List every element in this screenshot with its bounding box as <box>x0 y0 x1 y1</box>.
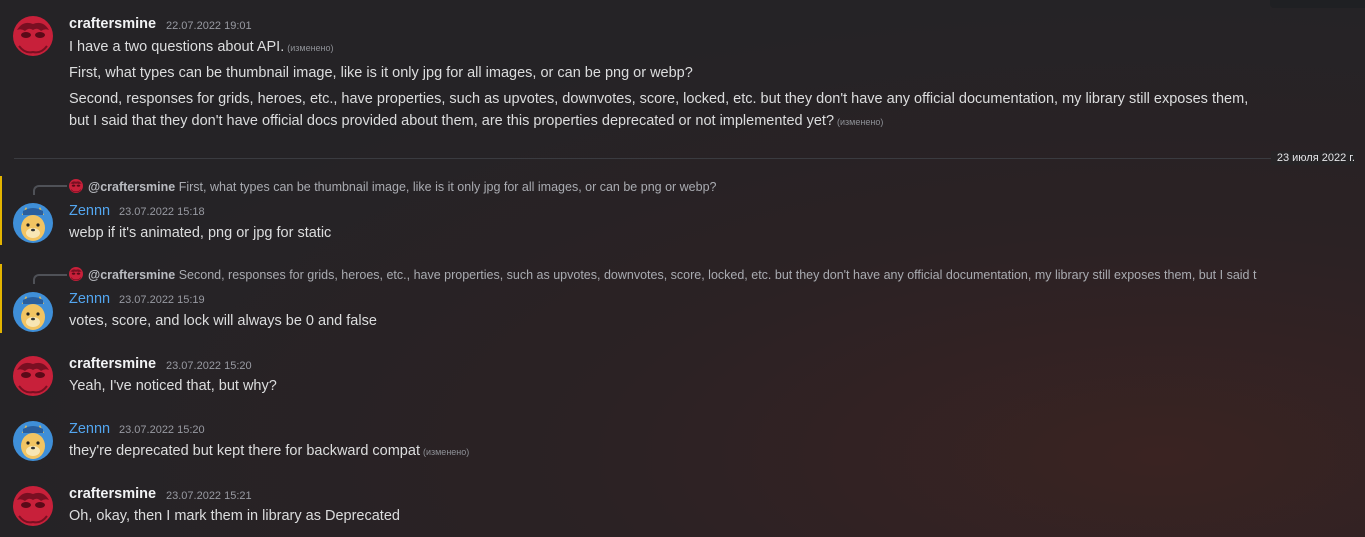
message-line: Oh, okay, then I mark them in library as… <box>69 508 400 524</box>
timestamp: 23.07.2022 15:18 <box>119 206 205 218</box>
reply-text: First, what types can be thumbnail image… <box>178 180 717 194</box>
timestamp: 23.07.2022 15:19 <box>119 294 205 306</box>
zennn-avatar-icon <box>13 421 53 461</box>
timestamp: 23.07.2022 15:21 <box>166 490 252 502</box>
craftersmine-avatar-icon <box>13 16 53 56</box>
reply-spine <box>33 185 67 195</box>
edited-label: (изменено) <box>837 117 884 127</box>
message: craftersmine 22.07.2022 19:01 I have a t… <box>0 0 1365 140</box>
timestamp: 23.07.2022 15:20 <box>166 360 252 372</box>
timestamp: 22.07.2022 19:01 <box>166 20 252 32</box>
timestamp: 23.07.2022 15:20 <box>119 424 205 436</box>
message-text: I have a two questions about API. <box>69 39 285 55</box>
craftersmine-avatar-icon <box>13 356 53 396</box>
zennn-avatar-icon <box>13 292 53 332</box>
reply-avatar-icon <box>69 267 83 281</box>
avatar[interactable] <box>13 356 53 396</box>
message-line: I have a two questions about API. (измене… <box>69 39 334 55</box>
reply-preview[interactable]: @craftersmine Second, responses for grid… <box>69 267 1327 282</box>
author-name[interactable]: Zennn <box>69 203 110 219</box>
message-text: but I said that they don't have official… <box>69 113 835 129</box>
message-line: Second, responses for grids, heroes, etc… <box>69 91 1249 107</box>
author-name[interactable]: Zennn <box>69 291 110 307</box>
reply-spine <box>33 274 67 284</box>
message-line: but I said that they don't have official… <box>69 113 883 129</box>
author-name[interactable]: craftersmine <box>69 486 156 502</box>
zennn-avatar-icon <box>13 203 53 243</box>
reply-text: Second, responses for grids, heroes, etc… <box>178 268 1257 282</box>
message-line: votes, score, and lock will always be 0 … <box>69 313 377 329</box>
message-line: Yeah, I've noticed that, but why? <box>69 378 277 394</box>
avatar[interactable] <box>13 421 53 461</box>
mention-highlight-bar <box>0 264 2 333</box>
author-name[interactable]: craftersmine <box>69 16 156 32</box>
avatar[interactable] <box>13 292 53 332</box>
craftersmine-avatar-icon <box>13 486 53 526</box>
edited-label: (изменено) <box>287 43 334 53</box>
edited-label: (изменено) <box>422 447 470 457</box>
message-line: webp if it's animated, png or jpg for st… <box>69 225 332 241</box>
avatar[interactable] <box>13 16 53 56</box>
avatar[interactable] <box>13 203 53 243</box>
message-line: they're deprecated but kept there for ba… <box>69 443 469 459</box>
author-name[interactable]: Zennn <box>69 421 110 437</box>
message-text: they're deprecated but kept there for ba… <box>69 443 420 459</box>
reply-author[interactable]: @craftersmine <box>88 180 175 194</box>
message-line: First, what types can be thumbnail image… <box>69 65 693 81</box>
avatar[interactable] <box>13 486 53 526</box>
mention-highlight-bar <box>0 176 2 245</box>
date-divider: 23 июля 2022 г. <box>1270 151 1355 165</box>
reply-preview[interactable]: @craftersmine First, what types can be t… <box>69 179 1335 194</box>
reply-author[interactable]: @craftersmine <box>88 268 175 282</box>
reply-avatar-icon <box>69 179 83 193</box>
author-name[interactable]: craftersmine <box>69 356 156 372</box>
date-divider-line <box>14 158 1355 159</box>
